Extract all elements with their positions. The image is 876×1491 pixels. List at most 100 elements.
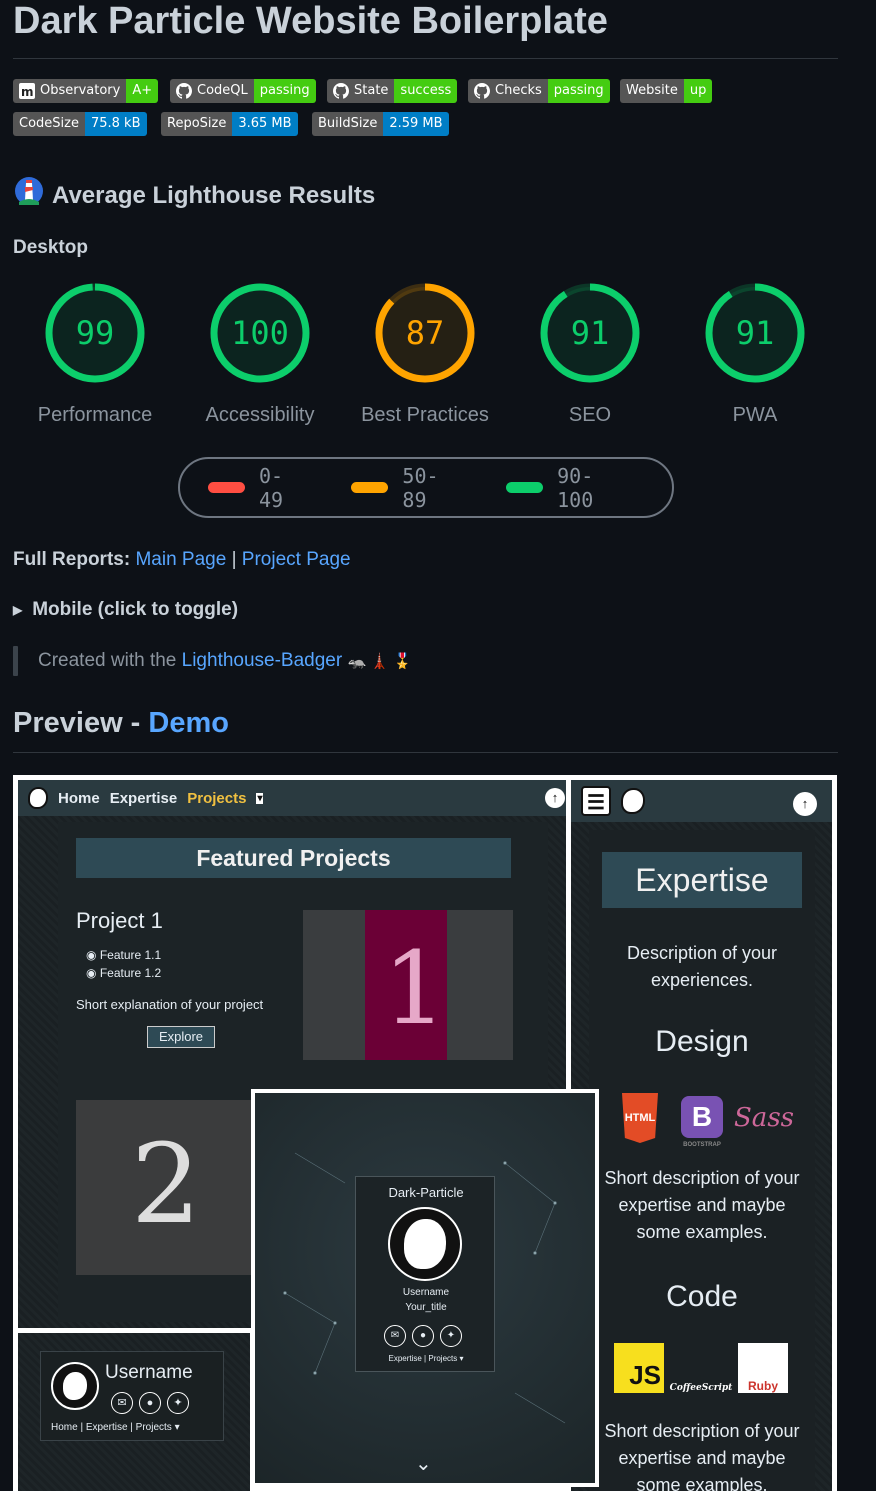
twitter-icon[interactable]: ✦ bbox=[167, 1392, 189, 1414]
gauge-ring: 91 bbox=[705, 283, 805, 383]
logo-blob-icon bbox=[28, 787, 48, 809]
github-icon[interactable]: ● bbox=[412, 1325, 434, 1347]
badge-value: 3.65 MB bbox=[232, 112, 298, 136]
scroll-up-icon[interactable]: ↑ bbox=[545, 788, 565, 808]
nav-home[interactable]: Home bbox=[58, 790, 100, 807]
code-short-description: Short description of your expertise and … bbox=[604, 1421, 800, 1491]
status-badge-website[interactable]: Website up bbox=[620, 79, 713, 103]
disclosure-triangle-icon: ▶ bbox=[13, 603, 23, 617]
credit-line: Created with the Lighthouse-Badger 🦡 🗼 🎖… bbox=[38, 650, 412, 672]
expertise-header: Expertise bbox=[602, 852, 802, 908]
gauge-label: Best Practices bbox=[361, 404, 489, 426]
explore-button[interactable]: Explore bbox=[147, 1026, 215, 1048]
legend-swatch bbox=[506, 482, 544, 493]
size-badge-codesize[interactable]: CodeSize 75.8 kB bbox=[13, 112, 147, 136]
gauge-label: Accessibility bbox=[205, 404, 315, 426]
gauge-accessibility: 100 Accessibility bbox=[170, 282, 350, 427]
legend-swatch bbox=[351, 482, 389, 493]
menu-icon[interactable]: ☰ bbox=[581, 786, 611, 816]
profile-card-preview: Username ✉ ● ✦ Home | Expertise | Projec… bbox=[18, 1333, 250, 1491]
status-badge-checks[interactable]: Checks passing bbox=[468, 79, 610, 103]
gauge-ring: 91 bbox=[540, 283, 640, 383]
project-title: Project 1 bbox=[76, 908, 163, 933]
bootstrap-caption: BOOTSTRAP bbox=[683, 1142, 721, 1148]
gauge-pwa: 91 PWA bbox=[665, 282, 845, 427]
gauge-label: SEO bbox=[568, 404, 612, 426]
gauge-score: 87 bbox=[406, 314, 445, 352]
legend-range: 0-49 bbox=[258, 463, 284, 512]
main-page-link[interactable]: Main Page bbox=[135, 549, 226, 570]
gauge-ring: 99 bbox=[45, 283, 145, 383]
badge-value: 2.59 MB bbox=[383, 112, 449, 136]
reports-separator: | bbox=[231, 549, 237, 570]
full-reports-label: Full Reports: bbox=[13, 549, 131, 570]
status-badge-observatory[interactable]: m Observatory A+ bbox=[13, 79, 159, 103]
svg-text:m: m bbox=[21, 85, 34, 99]
preview-divider bbox=[13, 752, 838, 753]
project-explanation: Short explanation of your project bbox=[76, 997, 264, 1012]
github-icon bbox=[176, 83, 192, 99]
score-legend: 0-49 50-89 90-100 bbox=[178, 457, 674, 518]
legend-item: 90-100 bbox=[506, 464, 624, 512]
featured-projects-header: Featured Projects bbox=[76, 838, 511, 878]
scroll-up-icon[interactable]: ↑ bbox=[793, 792, 817, 816]
nav-projects[interactable]: Projects bbox=[187, 790, 246, 807]
mobile-toggle[interactable]: ▶ Mobile (click to toggle) bbox=[13, 599, 238, 621]
badge-value: 75.8 kB bbox=[84, 112, 147, 136]
size-badge-buildsize[interactable]: BuildSize 2.59 MB bbox=[312, 112, 449, 136]
mail-icon[interactable]: ✉ bbox=[384, 1325, 406, 1347]
card-nav: Expertise | Projects ▾ bbox=[388, 1354, 464, 1363]
github-icon bbox=[474, 83, 490, 99]
expertise-description: Description of your experiences. bbox=[626, 943, 778, 990]
card-social-icons: ✉ ● ✦ bbox=[384, 1325, 462, 1347]
sass-icon: Sass bbox=[734, 1103, 794, 1133]
twitter-icon[interactable]: ✦ bbox=[440, 1325, 462, 1347]
feature-2: ◉ Feature 1.2 bbox=[86, 966, 162, 980]
design-heading: Design bbox=[655, 1025, 749, 1058]
github-icon[interactable]: ● bbox=[139, 1392, 161, 1414]
status-badge-state[interactable]: State success bbox=[327, 79, 458, 103]
ruby-icon: Ruby bbox=[738, 1343, 788, 1393]
legend-swatch bbox=[208, 482, 245, 493]
gauge-seo: 91 SEO bbox=[500, 282, 680, 427]
mozilla-icon: m bbox=[19, 83, 35, 99]
html5-icon: HTML bbox=[622, 1093, 658, 1143]
gauge-ring: 87 bbox=[375, 283, 475, 383]
card-user-title: Your_title bbox=[405, 1302, 447, 1313]
credit-prefix: Created with the bbox=[38, 650, 177, 671]
expertise-page-preview: ☰ ↑ Expertise Description of your experi… bbox=[571, 780, 832, 1491]
mobile-toggle-label: Mobile (click to toggle) bbox=[32, 599, 239, 620]
badge-label: CodeQL bbox=[197, 83, 248, 98]
size-badge-reposize[interactable]: RepoSize 3.65 MB bbox=[161, 112, 298, 136]
profile-nav: Home | Expertise | Projects ▾ bbox=[51, 1422, 180, 1433]
badge-value: success bbox=[394, 79, 458, 103]
lighthouse-badger-link[interactable]: Lighthouse-Badger bbox=[182, 650, 343, 671]
demo-link[interactable]: Demo bbox=[148, 707, 229, 739]
site-name: Dark-Particle bbox=[388, 1185, 464, 1200]
profile-username: Username bbox=[105, 1362, 193, 1383]
badge-label: RepoSize bbox=[167, 116, 227, 131]
gauge-score: 100 bbox=[231, 314, 289, 352]
mail-icon[interactable]: ✉ bbox=[111, 1392, 133, 1414]
javascript-icon: JS bbox=[614, 1343, 664, 1393]
avatar bbox=[388, 1207, 462, 1281]
status-badge-codeql[interactable]: CodeQL passing bbox=[170, 79, 316, 103]
preview-heading: Preview - Demo bbox=[13, 707, 229, 740]
legend-range: 90-100 bbox=[557, 463, 594, 512]
badge-value: up bbox=[683, 79, 713, 103]
center-profile-card: Dark-Particle Username Your_title ✉ ● ✦ … bbox=[355, 1176, 495, 1372]
scroll-down-icon[interactable]: ⌄ bbox=[415, 1451, 432, 1476]
nav-expertise[interactable]: Expertise bbox=[110, 790, 178, 807]
full-reports: Full Reports: Main Page | Project Page bbox=[13, 549, 351, 571]
project-page-link[interactable]: Project Page bbox=[242, 549, 351, 570]
gauge-label: Performance bbox=[37, 404, 153, 426]
gauge-performance: 99 Performance bbox=[5, 282, 185, 427]
badge-label: State bbox=[354, 83, 389, 98]
feature-1: ◉ Feature 1.1 bbox=[86, 948, 162, 962]
mini-profile-card: Username ✉ ● ✦ Home | Expertise | Projec… bbox=[40, 1351, 224, 1441]
project-image-2: 2 bbox=[76, 1100, 266, 1275]
particle-background: Dark-Particle Username Your_title ✉ ● ✦ … bbox=[255, 1093, 595, 1483]
preview-heading-text: Preview - bbox=[13, 707, 141, 739]
lighthouse-heading: Average Lighthouse Results bbox=[52, 182, 376, 209]
social-icons: ✉ ● ✦ bbox=[111, 1392, 189, 1414]
